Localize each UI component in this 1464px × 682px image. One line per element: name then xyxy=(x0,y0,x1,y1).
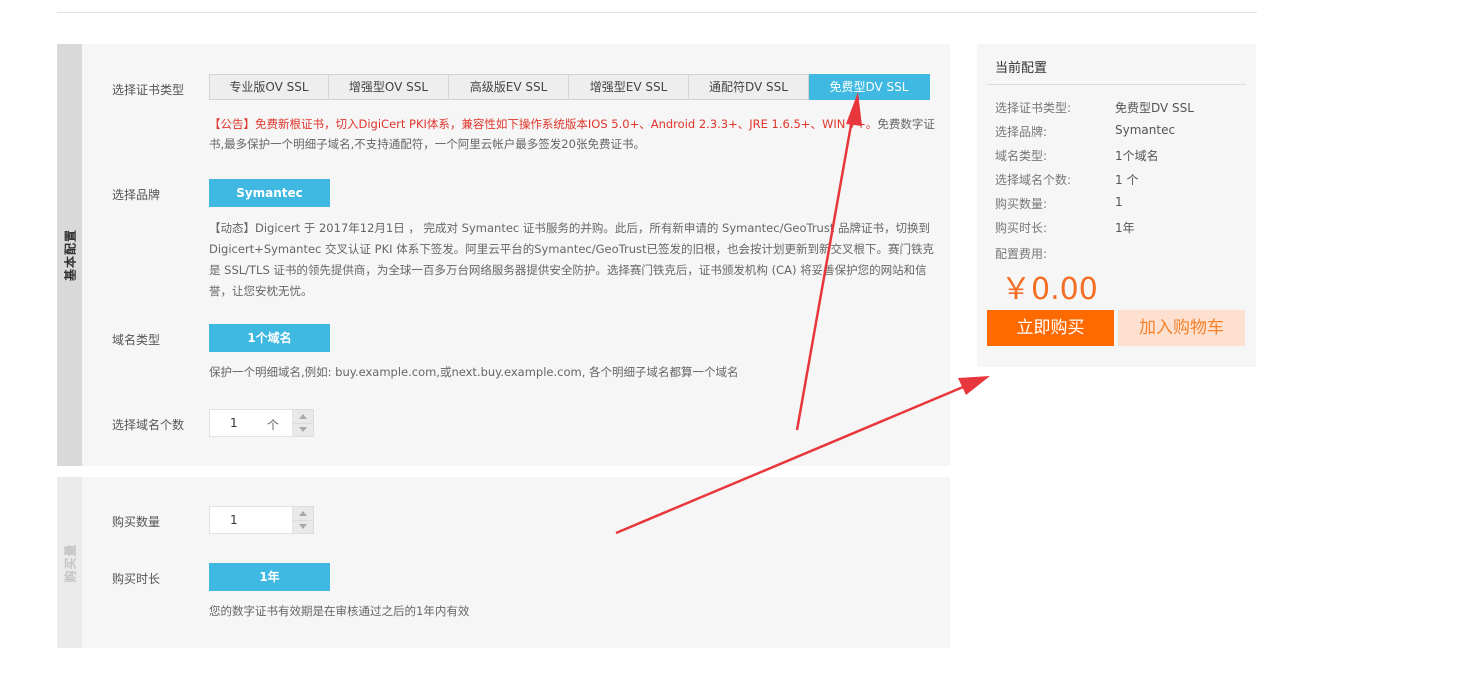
cert-type-tab-advanced-ev[interactable]: 高级版EV SSL xyxy=(449,74,569,100)
domain-count-increment-button[interactable] xyxy=(293,410,313,424)
summary-key: 选择域名个数: xyxy=(995,173,1072,187)
summary-value: 免费型DV SSL xyxy=(1115,101,1194,115)
domain-count-decrement-button[interactable] xyxy=(293,424,313,437)
duration-one-year-button[interactable]: 1年 xyxy=(209,563,330,591)
cert-type-notice: 【公告】免费新根证书，切入DigiCert PKI体系，兼容性如下操作系统版本I… xyxy=(209,114,939,154)
quantity-stepper xyxy=(209,506,314,534)
cert-type-tab-enhanced-ev[interactable]: 增强型EV SSL xyxy=(569,74,689,100)
quantity-increment-button[interactable] xyxy=(293,507,313,521)
chevron-up-icon xyxy=(299,510,307,516)
buy-now-button[interactable]: 立即购买 xyxy=(987,310,1114,346)
price-value: ￥0.00 xyxy=(1001,272,1098,307)
summary-value: Symantec xyxy=(1115,123,1176,137)
quantity-input[interactable] xyxy=(230,513,270,527)
quantity-label: 购买数量 xyxy=(112,515,161,529)
summary-title: 当前配置 xyxy=(995,61,1048,76)
quantity-arrows xyxy=(293,506,314,534)
cert-type-tab-enhanced-ov[interactable]: 增强型OV SSL xyxy=(329,74,449,100)
summary-key: 购买数量: xyxy=(995,197,1048,211)
domain-count-stepper: 个 xyxy=(209,409,314,437)
domain-count-arrows xyxy=(293,409,314,437)
domain-type-description: 保护一个明细域名,例如: buy.example.com,或next.buy.e… xyxy=(209,365,739,379)
basic-config-tab: 基本配置 xyxy=(57,44,82,466)
summary-value: 1 xyxy=(1115,195,1123,209)
cert-type-label: 选择证书类型 xyxy=(112,83,185,97)
domain-type-one-button[interactable]: 1个域名 xyxy=(209,324,330,352)
quantity-field xyxy=(209,506,293,534)
summary-divider xyxy=(987,84,1246,85)
add-to-cart-button[interactable]: 加入购物车 xyxy=(1118,310,1245,346)
fee-label: 配置费用: xyxy=(995,247,1048,261)
purchase-section-label: 购买量 xyxy=(63,542,77,583)
summary-value: 1 个 xyxy=(1115,173,1139,187)
purchase-section: 购买量 购买数量 购买时长 1年 您的数字证书有效期是在审核通过之后的1年内有效 xyxy=(57,477,950,648)
current-config-panel: 当前配置 选择证书类型: 免费型DV SSL 选择品牌: Symantec 域名… xyxy=(977,44,1256,367)
notice-announcement: 【公告】免费新根证书，切入DigiCert PKI体系，兼容性如下操作系统版本I… xyxy=(209,117,878,131)
domain-type-label: 域名类型 xyxy=(112,333,161,347)
brand-symantec-button[interactable]: Symantec xyxy=(209,179,330,207)
basic-config-label: 基本配置 xyxy=(63,228,77,282)
brand-label: 选择品牌 xyxy=(112,188,161,202)
cert-type-tab-pro-ov[interactable]: 专业版OV SSL xyxy=(209,74,329,100)
domain-count-label: 选择域名个数 xyxy=(112,418,185,432)
chevron-down-icon xyxy=(299,524,307,530)
duration-description: 您的数字证书有效期是在审核通过之后的1年内有效 xyxy=(209,604,470,618)
summary-key: 选择证书类型: xyxy=(995,101,1072,115)
basic-config-section: 基本配置 选择证书类型 专业版OV SSL 增强型OV SSL 高级版EV SS… xyxy=(57,44,950,466)
cert-type-tabs: 专业版OV SSL 增强型OV SSL 高级版EV SSL 增强型EV SSL … xyxy=(209,74,930,100)
duration-label: 购买时长 xyxy=(112,572,161,586)
chevron-up-icon xyxy=(299,413,307,419)
summary-key: 购买时长: xyxy=(995,221,1048,235)
summary-value: 1年 xyxy=(1115,221,1135,235)
top-divider xyxy=(57,12,1257,13)
summary-key: 选择品牌: xyxy=(995,125,1048,139)
chevron-down-icon xyxy=(299,427,307,433)
domain-count-input[interactable] xyxy=(230,416,270,430)
quantity-decrement-button[interactable] xyxy=(293,521,313,534)
brand-description: 【动态】Digicert 于 2017年12月1日 ， 完成对 Symantec… xyxy=(209,221,934,298)
cert-type-tab-wildcard-dv[interactable]: 通配符DV SSL xyxy=(689,74,809,100)
summary-key: 域名类型: xyxy=(995,149,1048,163)
cert-type-tab-free-dv[interactable]: 免费型DV SSL xyxy=(809,74,930,100)
purchase-tab: 购买量 xyxy=(57,477,82,648)
domain-count-field: 个 xyxy=(209,409,293,437)
summary-value: 1个域名 xyxy=(1115,149,1159,163)
domain-count-unit: 个 xyxy=(267,418,280,432)
